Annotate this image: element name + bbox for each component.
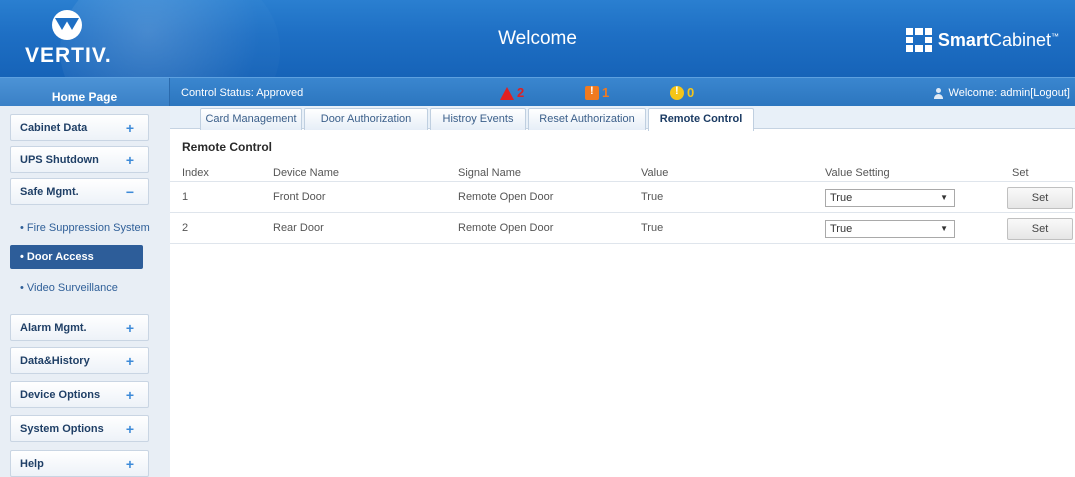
tab-door-authorization[interactable]: Door Authorization (304, 108, 428, 130)
minor-alarm-icon (670, 85, 684, 100)
sidebar-item-label: Data&History (20, 355, 90, 367)
expand-icon: + (125, 353, 134, 369)
select-value: True (830, 192, 853, 204)
cell-signal-name: Remote Open Door (458, 222, 554, 234)
col-device-name: Device Name (273, 167, 340, 179)
minor-alarm-count: 0 (687, 85, 695, 100)
app-header: VERTIV. Welcome SmartCabinet™ (0, 0, 1075, 77)
product-name: SmartCabinet™ (937, 29, 1059, 50)
select-value: True (830, 223, 853, 235)
home-page-button[interactable]: Home Page (0, 78, 170, 106)
tab-bar: Card Management Door Authorization Histr… (170, 106, 1075, 131)
major-alarm-icon (585, 85, 599, 100)
sidebar-subitem-fire-suppression[interactable]: • Fire Suppression System (20, 222, 150, 234)
sidebar-subitem-video-surveillance[interactable]: • Video Surveillance (20, 282, 118, 294)
smartcabinet-logo: SmartCabinet™ (905, 25, 1059, 55)
col-value: Value (641, 167, 669, 179)
critical-alarm-count: 2 (517, 85, 525, 100)
value-setting-select[interactable]: True ▼ (825, 220, 955, 238)
sidebar-item-data-history[interactable]: Data&History + (10, 347, 149, 374)
section-title: Remote Control (182, 140, 272, 154)
sidebar-item-label: Cabinet Data (20, 122, 88, 134)
dropdown-arrow-icon: ▼ (940, 224, 948, 233)
set-button[interactable]: Set (1007, 218, 1073, 240)
control-status: Control Status: Approved (181, 87, 304, 99)
cell-device-name: Rear Door (273, 222, 324, 234)
sidebar-item-label: Help (20, 458, 44, 470)
tab-card-management[interactable]: Card Management (200, 108, 302, 130)
col-signal-name: Signal Name (458, 167, 521, 179)
critical-alarm-indicator[interactable]: 2 (500, 85, 524, 100)
status-bar: Home Page Control Status: Approved 2 1 0… (0, 77, 1075, 106)
col-index: Index (182, 167, 209, 179)
sidebar-item-label: System Options (20, 423, 104, 435)
user-icon (933, 87, 944, 99)
sidebar-item-safe-mgmt[interactable]: Safe Mgmt. − (10, 178, 149, 205)
sidebar-subitem-door-access[interactable]: • Door Access (10, 245, 143, 269)
sidebar-item-cabinet-data[interactable]: Cabinet Data + (10, 114, 149, 141)
major-alarm-count: 1 (602, 85, 610, 100)
sidebar-item-label: Safe Mgmt. (20, 186, 79, 198)
cell-value: True (641, 191, 664, 203)
cell-signal-name: Remote Open Door (458, 191, 554, 203)
tab-history-events[interactable]: Histroy Events (430, 108, 526, 130)
main-content: Card Management Door Authorization Histr… (170, 106, 1075, 477)
cell-device-name: Front Door (273, 191, 326, 203)
sidebar-item-alarm-mgmt[interactable]: Alarm Mgmt. + (10, 314, 149, 341)
sidebar: Cabinet Data + UPS Shutdown + Safe Mgmt.… (0, 106, 170, 477)
grid-icon (905, 28, 932, 52)
col-value-setting: Value Setting (825, 167, 890, 179)
user-welcome[interactable]: Welcome: admin[Logout] (933, 87, 1070, 99)
cell-index: 1 (182, 191, 189, 203)
user-welcome-text[interactable]: Welcome: admin[Logout] (949, 87, 1070, 99)
expand-icon: + (125, 152, 134, 168)
table-row: 1 Front Door Remote Open Door True True … (170, 182, 1075, 213)
sidebar-item-label: Device Options (20, 389, 101, 401)
major-alarm-indicator[interactable]: 1 (585, 85, 609, 100)
table-row: 2 Rear Door Remote Open Door True True ▼… (170, 213, 1075, 244)
expand-icon: + (125, 120, 134, 136)
value-setting-select[interactable]: True ▼ (825, 189, 955, 207)
set-button[interactable]: Set (1007, 187, 1073, 209)
collapse-icon: − (125, 184, 134, 200)
cell-index: 2 (182, 222, 189, 234)
critical-alarm-icon (500, 86, 514, 100)
expand-icon: + (125, 387, 134, 403)
cell-value: True (641, 222, 664, 234)
tab-remote-control[interactable]: Remote Control (648, 108, 754, 131)
expand-icon: + (125, 421, 134, 437)
table-header: Index Device Name Signal Name Value Valu… (170, 164, 1075, 182)
sidebar-item-ups-shutdown[interactable]: UPS Shutdown + (10, 146, 149, 173)
expand-icon: + (125, 456, 134, 472)
sidebar-item-label: Alarm Mgmt. (20, 322, 87, 334)
col-set: Set (1012, 167, 1029, 179)
sidebar-item-device-options[interactable]: Device Options + (10, 381, 149, 408)
sidebar-item-system-options[interactable]: System Options + (10, 415, 149, 442)
sidebar-item-help[interactable]: Help + (10, 450, 149, 477)
minor-alarm-indicator[interactable]: 0 (670, 85, 694, 100)
sidebar-item-label: UPS Shutdown (20, 154, 99, 166)
dropdown-arrow-icon: ▼ (940, 193, 948, 202)
tab-reset-authorization[interactable]: Reset Authorization (528, 108, 646, 130)
expand-icon: + (125, 320, 134, 336)
